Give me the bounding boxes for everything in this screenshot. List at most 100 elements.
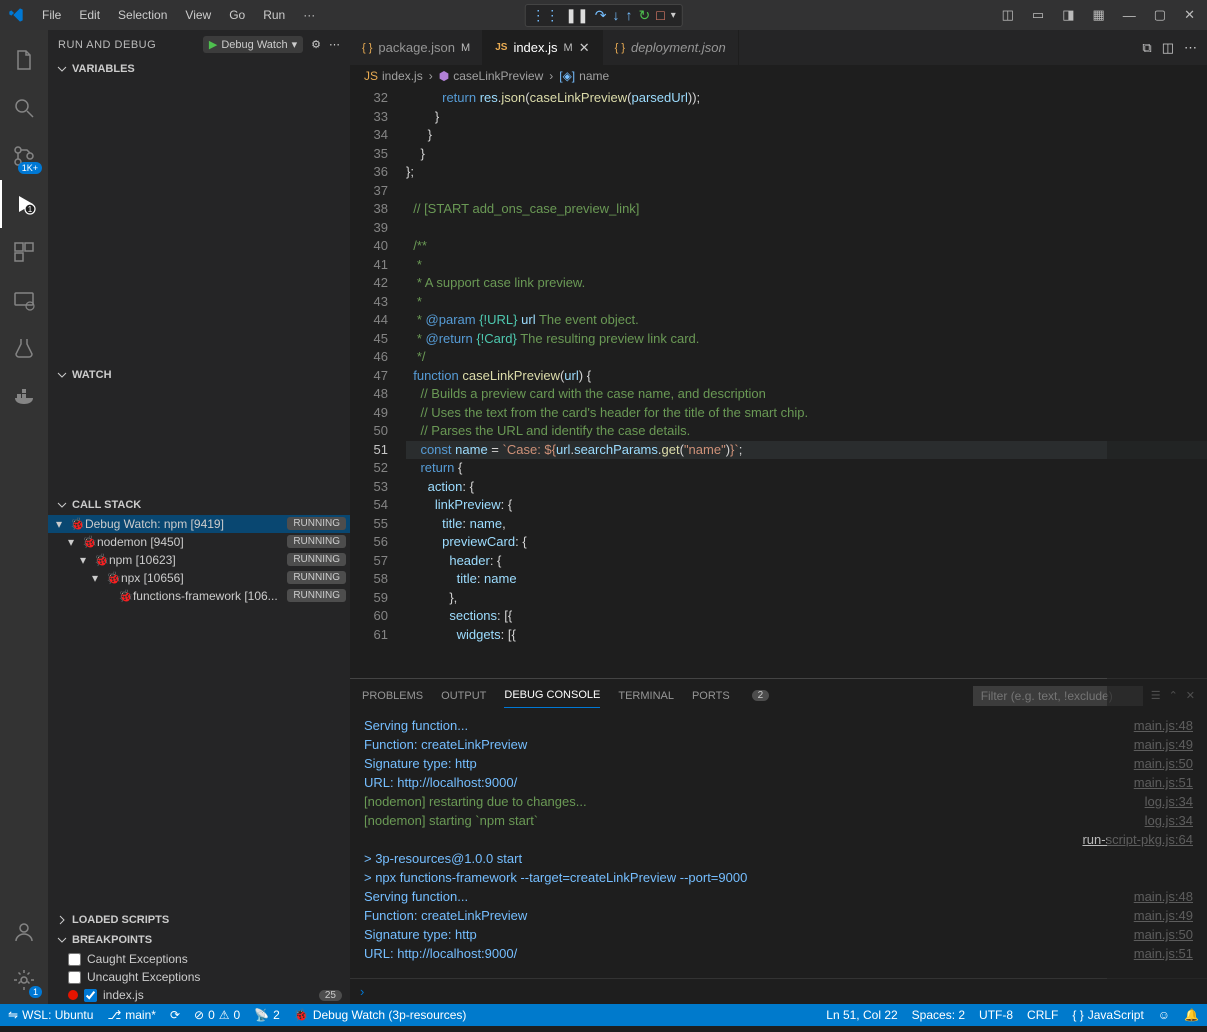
remote-explorer-icon[interactable]: [0, 276, 48, 324]
callstack-label: functions-framework [106...: [133, 589, 287, 603]
step-out-icon[interactable]: ↑: [625, 7, 632, 23]
menu-go[interactable]: Go: [221, 4, 253, 26]
layout-toggle-icon[interactable]: ◫: [998, 3, 1018, 27]
drag-handle-icon[interactable]: ⋮⋮: [531, 7, 559, 24]
minimize-icon[interactable]: —: [1119, 4, 1140, 27]
more-icon[interactable]: ⋯: [1184, 40, 1197, 56]
remote-indicator[interactable]: ⇋WSL: Ubuntu: [8, 1008, 93, 1022]
callstack-row[interactable]: ▾🐞 npm [10623]RUNNING: [48, 551, 350, 569]
callstack-label: nodemon [9450]: [97, 535, 287, 549]
file-checkbox[interactable]: [84, 989, 97, 1002]
step-into-icon[interactable]: ↓: [612, 7, 619, 23]
panel-tab-debug-console[interactable]: DEBUG CONSOLE: [504, 683, 600, 708]
explorer-icon[interactable]: [0, 36, 48, 84]
chevron-down-icon: ▾: [68, 535, 82, 549]
menu-···[interactable]: ···: [295, 4, 323, 26]
problems-indicator[interactable]: ⊘0 ⚠0: [194, 1008, 240, 1022]
breakpoints-body: Caught Exceptions Uncaught Exceptions in…: [48, 950, 350, 1004]
callstack-row[interactable]: ▾🐞 npx [10656]RUNNING: [48, 569, 350, 587]
line-gutter[interactable]: 3233343536373839404142434445464748495051…: [350, 87, 406, 678]
debug-console-input[interactable]: ›: [350, 978, 1207, 1004]
callstack-row[interactable]: ▾🐞 Debug Watch: npm [9419]RUNNING: [48, 515, 350, 533]
variables-section-header[interactable]: VARIABLES: [48, 59, 350, 79]
ports-indicator[interactable]: 📡2: [254, 1008, 280, 1022]
step-over-icon[interactable]: ↷: [595, 7, 607, 24]
accounts-icon[interactable]: [0, 908, 48, 956]
search-icon[interactable]: [0, 84, 48, 132]
callstack-section-body: ▾🐞 Debug Watch: npm [9419]RUNNING▾🐞 node…: [48, 515, 350, 625]
close-tab-icon[interactable]: ✕: [579, 40, 590, 56]
eol[interactable]: CRLF: [1027, 1008, 1058, 1022]
bug-icon: 🐞: [106, 571, 121, 585]
console-message: Function: createLinkPreview: [364, 735, 1134, 754]
docker-icon[interactable]: [0, 372, 48, 420]
callstack-section-header[interactable]: CALL STACK: [48, 495, 350, 515]
sidebar-right-icon[interactable]: ◨: [1058, 3, 1078, 27]
editor-tab[interactable]: { }package.jsonM: [350, 30, 483, 65]
layout-grid-icon[interactable]: ▦: [1089, 3, 1109, 27]
breakpoint-caught[interactable]: Caught Exceptions: [48, 950, 350, 968]
pause-icon[interactable]: ❚❚: [565, 7, 588, 24]
panel-toggle-icon[interactable]: ▭: [1028, 3, 1048, 27]
breakpoint-uncaught[interactable]: Uncaught Exceptions: [48, 968, 350, 986]
uncaught-checkbox[interactable]: [68, 971, 81, 984]
activity-bar: 1K+ 1 1: [0, 30, 48, 1004]
loaded-scripts-header[interactable]: LOADED SCRIPTS: [48, 910, 350, 930]
code-editor[interactable]: return res.json(caseLinkPreview(parsedUr…: [406, 87, 1207, 678]
callstack-row[interactable]: ▾🐞 nodemon [9450]RUNNING: [48, 533, 350, 551]
watch-section-header[interactable]: WATCH: [48, 365, 350, 385]
cursor-position[interactable]: Ln 51, Col 22: [826, 1008, 897, 1022]
bug-icon: 🐞: [82, 535, 97, 549]
menu-view[interactable]: View: [177, 4, 219, 26]
tab-filename: deployment.json: [631, 40, 726, 55]
restart-icon[interactable]: ↻: [638, 7, 650, 24]
status-bar: ⇋WSL: Ubuntu ⎇main* ⟳ ⊘0 ⚠0 📡2 🐞Debug Wa…: [0, 1004, 1207, 1026]
notifications-icon[interactable]: 🔔: [1184, 1008, 1199, 1022]
bug-icon: 🐞: [70, 517, 85, 531]
menu-selection[interactable]: Selection: [110, 4, 175, 26]
stop-icon[interactable]: □: [656, 7, 664, 23]
panel-tab-output[interactable]: OUTPUT: [441, 684, 486, 708]
console-message: [nodemon] starting `npm start`: [364, 811, 1145, 830]
caught-checkbox[interactable]: [68, 953, 81, 966]
indentation[interactable]: Spaces: 2: [912, 1008, 965, 1022]
breakpoints-header[interactable]: BREAKPOINTS: [48, 930, 350, 950]
compare-icon[interactable]: ⧉: [1142, 40, 1151, 56]
minimap[interactable]: [1107, 87, 1207, 1004]
testing-icon[interactable]: [0, 324, 48, 372]
chevron-down-icon: ▾: [80, 553, 94, 567]
gear-icon[interactable]: ⚙: [311, 38, 321, 51]
editor-tab[interactable]: JSindex.jsM✕: [483, 30, 602, 65]
debug-config-selector[interactable]: ▶ Debug Watch ▾: [203, 36, 303, 53]
split-icon[interactable]: ◫: [1162, 40, 1174, 56]
console-message: URL: http://localhost:9000/: [364, 944, 1134, 963]
debug-console-output[interactable]: Serving function...main.js:48Function: c…: [350, 712, 1207, 978]
vscode-logo-icon: [8, 7, 24, 23]
breadcrumbs[interactable]: JS index.js › ⬢ caseLinkPreview › [◈] na…: [350, 65, 1207, 87]
js-icon: JS: [495, 42, 507, 53]
language-mode[interactable]: { } JavaScript: [1072, 1008, 1143, 1022]
run-debug-icon[interactable]: 1: [0, 180, 48, 228]
feedback-icon[interactable]: ☺: [1158, 1008, 1170, 1022]
branch-indicator[interactable]: ⎇main*: [107, 1008, 156, 1022]
panel-tab-terminal[interactable]: TERMINAL: [618, 684, 674, 708]
editor-tab[interactable]: { }deployment.json: [603, 30, 739, 65]
encoding[interactable]: UTF-8: [979, 1008, 1013, 1022]
debug-dropdown-icon[interactable]: ▾: [671, 10, 676, 21]
extensions-icon[interactable]: [0, 228, 48, 276]
panel-tab-problems[interactable]: PROBLEMS: [362, 684, 423, 708]
menu-run[interactable]: Run: [255, 4, 293, 26]
menu-edit[interactable]: Edit: [71, 4, 108, 26]
callstack-row[interactable]: 🐞 functions-framework [106...RUNNING: [48, 587, 350, 605]
breakpoint-file[interactable]: index.js25: [48, 986, 350, 1004]
panel-tab-ports[interactable]: PORTS: [692, 684, 730, 708]
debug-status[interactable]: 🐞Debug Watch (3p-resources): [294, 1008, 467, 1022]
close-icon[interactable]: ✕: [1180, 3, 1199, 27]
more-icon[interactable]: ⋯: [329, 38, 340, 51]
maximize-icon[interactable]: ▢: [1150, 3, 1170, 27]
console-message: > npx functions-framework --target=creat…: [364, 868, 1193, 887]
sync-indicator[interactable]: ⟳: [170, 1008, 180, 1022]
settings-icon[interactable]: 1: [0, 956, 48, 1004]
source-control-icon[interactable]: 1K+: [0, 132, 48, 180]
menu-file[interactable]: File: [34, 4, 69, 26]
